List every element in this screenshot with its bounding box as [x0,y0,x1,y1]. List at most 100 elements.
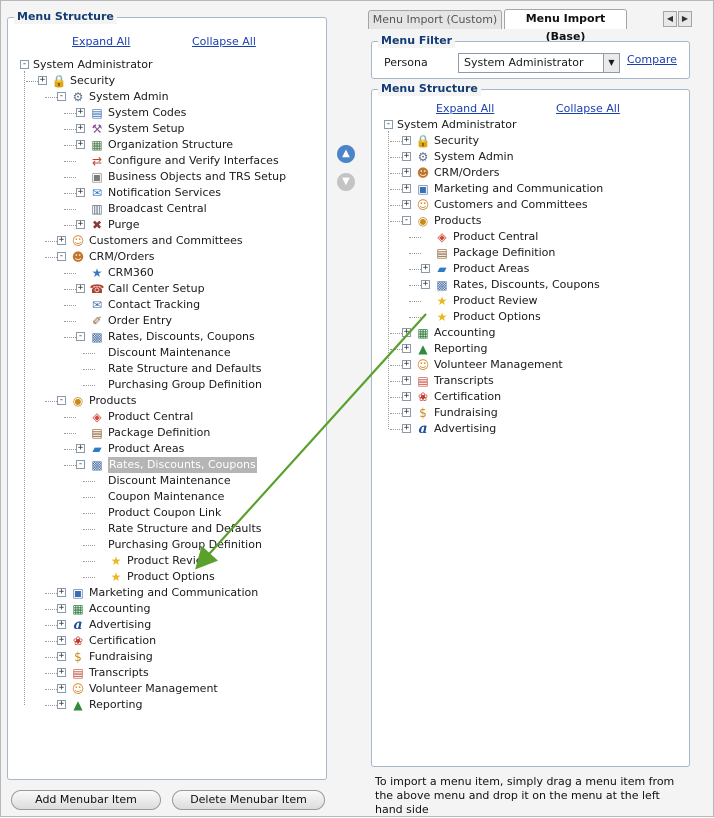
right-tree-item[interactable]: + ⚙ System Admin [372,149,689,165]
tab-menu-import-base[interactable]: Menu Import (Base) [504,9,627,43]
expand-toggle[interactable]: + [402,328,411,337]
expand-toggle[interactable]: + [402,184,411,193]
add-menubar-item-button[interactable]: Add Menubar Item [11,790,161,810]
left-tree-item[interactable]: - ◉ Products [8,393,326,409]
tab-menu-import-custom[interactable]: Menu Import (Custom) [368,10,502,29]
left-tree-item[interactable]: + ✖ Purge [8,217,326,233]
left-tree-item[interactable]: Purchasing Group Definition [8,377,326,393]
expand-toggle[interactable]: + [402,200,411,209]
right-tree-item[interactable]: + ▩ Rates, Discounts, Coupons [372,277,689,293]
expand-toggle[interactable]: + [76,188,85,197]
left-tree-item[interactable]: Rate Structure and Defaults [8,361,326,377]
right-tree-item[interactable]: + ▰ Product Areas [372,261,689,277]
expand-toggle[interactable]: + [402,152,411,161]
collapse-toggle[interactable]: - [57,252,66,261]
collapse-toggle[interactable]: - [57,92,66,101]
expand-toggle[interactable]: + [402,392,411,401]
left-tree-item[interactable]: + ☺ Volunteer Management [8,681,326,697]
expand-toggle[interactable]: + [57,604,66,613]
left-tree-item[interactable]: ✐ Order Entry [8,313,326,329]
left-tree-item[interactable]: + a Advertising [8,617,326,633]
persona-select[interactable]: System Administrator ▼ [458,53,620,73]
left-tree-item[interactable]: + ▰ Product Areas [8,441,326,457]
left-tree-item[interactable]: + ▲ Reporting [8,697,326,713]
left-tree-item[interactable]: ▥ Broadcast Central [8,201,326,217]
collapse-toggle[interactable]: - [20,60,29,69]
expand-toggle[interactable]: + [57,668,66,677]
expand-toggle[interactable]: + [57,652,66,661]
right-tree-item[interactable]: + ▲ Reporting [372,341,689,357]
expand-toggle[interactable]: + [57,636,66,645]
expand-toggle[interactable]: + [38,76,47,85]
left-tree-item[interactable]: ▤ Package Definition [8,425,326,441]
expand-toggle[interactable]: + [57,236,66,245]
expand-toggle[interactable]: + [402,376,411,385]
right-tree-item[interactable]: ▤ Package Definition [372,245,689,261]
left-tree-root[interactable]: - System Administrator [8,57,326,73]
expand-toggle[interactable]: + [402,344,411,353]
expand-toggle[interactable]: + [402,136,411,145]
expand-toggle[interactable]: + [402,168,411,177]
compare-link[interactable]: Compare [627,53,677,67]
left-tree-item[interactable]: + ☎ Call Center Setup [8,281,326,297]
expand-toggle[interactable]: + [402,408,411,417]
left-tree-item[interactable]: Coupon Maintenance [8,489,326,505]
right-tree-item[interactable]: + $ Fundraising [372,405,689,421]
expand-toggle[interactable]: + [76,284,85,293]
expand-toggle[interactable]: + [57,700,66,709]
left-tree-item[interactable]: - ⚙ System Admin [8,89,326,105]
left-tree-item[interactable]: - ☻ CRM/Orders [8,249,326,265]
left-tree-item[interactable]: ★ Product Review [8,553,326,569]
delete-menubar-item-button[interactable]: Delete Menubar Item [172,790,325,810]
right-tree-item[interactable]: + ☻ CRM/Orders [372,165,689,181]
right-tree-item[interactable]: - ◉ Products [372,213,689,229]
collapse-toggle[interactable]: - [384,120,393,129]
tab-scroll-right-button[interactable]: ▶ [678,11,692,27]
right-tree-item[interactable]: + ❀ Certification [372,389,689,405]
left-tree-item[interactable]: + ☺ Customers and Committees [8,233,326,249]
expand-toggle[interactable]: + [402,424,411,433]
move-up-button[interactable]: ▲ [337,145,355,163]
right-tree-item[interactable]: + ☺ Volunteer Management [372,357,689,373]
expand-toggle[interactable]: + [421,264,430,273]
left-tree-item[interactable]: Purchasing Group Definition [8,537,326,553]
right-tree-item[interactable]: + ☺ Customers and Committees [372,197,689,213]
expand-toggle[interactable]: + [57,588,66,597]
left-tree-item[interactable]: + ▦ Accounting [8,601,326,617]
left-tree-item[interactable]: ⇄ Configure and Verify Interfaces [8,153,326,169]
left-tree-item[interactable]: ★ Product Options [8,569,326,585]
left-tree-item[interactable]: + ▦ Organization Structure [8,137,326,153]
right-tree-item[interactable]: + ▣ Marketing and Communication [372,181,689,197]
right-tree-item[interactable]: ◈ Product Central [372,229,689,245]
left-tree-item[interactable]: - ▩ Rates, Discounts, Coupons [8,457,326,473]
expand-toggle[interactable]: + [57,620,66,629]
left-tree-item[interactable]: + ❀ Certification [8,633,326,649]
left-tree-item[interactable]: ◈ Product Central [8,409,326,425]
expand-toggle[interactable]: + [76,140,85,149]
move-down-button[interactable]: ▼ [337,173,355,191]
left-tree-item[interactable]: + ⚒ System Setup [8,121,326,137]
left-tree-item[interactable]: + 🔒 Security [8,73,326,89]
right-tree-item[interactable]: + ▦ Accounting [372,325,689,341]
tab-scroll-left-button[interactable]: ◀ [663,11,677,27]
expand-toggle[interactable]: + [76,444,85,453]
left-tree-item[interactable]: Discount Maintenance [8,473,326,489]
right-tree-item[interactable]: ★ Product Options [372,309,689,325]
left-tree-item[interactable]: ★ CRM360 [8,265,326,281]
right-tree-item[interactable]: + a Advertising [372,421,689,437]
expand-toggle[interactable]: + [76,108,85,117]
left-tree-item[interactable]: ✉ Contact Tracking [8,297,326,313]
left-tree-item[interactable]: - ▩ Rates, Discounts, Coupons [8,329,326,345]
left-tree-item[interactable]: Rate Structure and Defaults [8,521,326,537]
left-tree-item[interactable]: Product Coupon Link [8,505,326,521]
right-tree-item[interactable]: + 🔒 Security [372,133,689,149]
expand-toggle[interactable]: + [76,124,85,133]
left-tree-item[interactable]: + ✉ Notification Services [8,185,326,201]
expand-toggle[interactable]: + [402,360,411,369]
right-tree-item[interactable]: ★ Product Review [372,293,689,309]
left-tree-item[interactable]: Discount Maintenance [8,345,326,361]
expand-toggle[interactable]: + [421,280,430,289]
expand-toggle[interactable]: + [57,684,66,693]
left-tree-item[interactable]: ▣ Business Objects and TRS Setup [8,169,326,185]
left-tree-item[interactable]: + ▤ Transcripts [8,665,326,681]
